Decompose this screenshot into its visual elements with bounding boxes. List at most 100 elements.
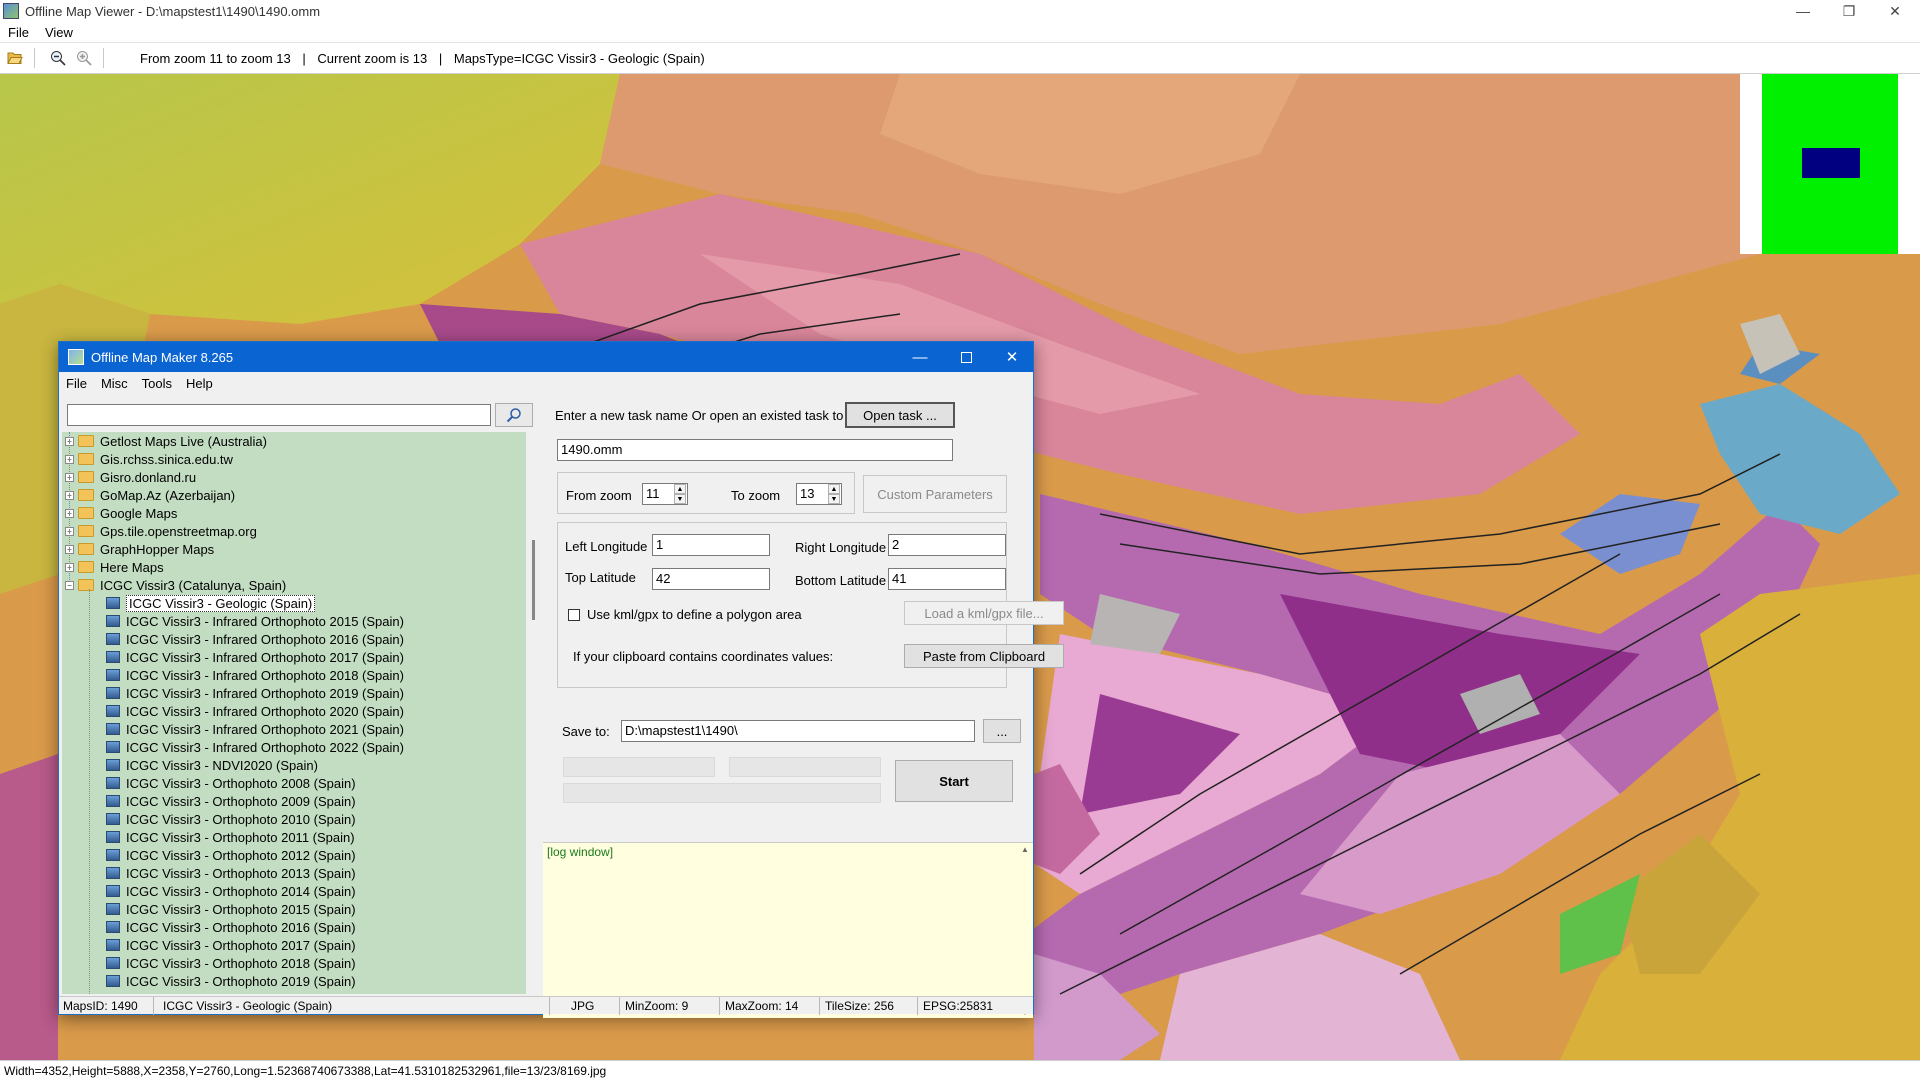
map-icon: [106, 795, 120, 807]
map-icon: [106, 885, 120, 897]
log-scrollbar[interactable]: ▲ ▼: [1019, 843, 1031, 1019]
dialog-menu-help[interactable]: Help: [179, 376, 220, 391]
main-titlebar: Offline Map Viewer - D:\mapstest1\1490\1…: [0, 0, 1920, 22]
kml-checkbox[interactable]: [568, 609, 580, 621]
tree-item[interactable]: ICGC Vissir3 - Orthophoto 2015 (Spain): [62, 900, 526, 918]
dialog-menu-tools[interactable]: Tools: [135, 376, 179, 391]
menu-file[interactable]: File: [0, 25, 37, 40]
tree-item-selected[interactable]: ICGC Vissir3 - Geologic (Spain): [62, 594, 526, 612]
from-zoom-label: From zoom: [566, 488, 632, 503]
tree-item[interactable]: ICGC Vissir3 - Infrared Orthophoto 2018 …: [62, 666, 526, 684]
scroll-up-icon[interactable]: ▲: [1021, 845, 1029, 854]
tree-group[interactable]: + Gps.tile.openstreetmap.org: [62, 522, 526, 540]
custom-parameters-button[interactable]: Custom Parameters: [863, 475, 1007, 513]
folder-open-icon[interactable]: [4, 47, 26, 69]
coordinates-readout: Width=4352,Height=5888,X=2358,Y=2760,Lon…: [4, 1063, 607, 1078]
to-zoom-stepper[interactable]: 13 ▲ ▼: [796, 483, 842, 505]
tree-scrollbar-thumb[interactable]: [532, 540, 535, 620]
paste-clipboard-button[interactable]: Paste from Clipboard: [904, 644, 1064, 668]
tree-item[interactable]: ICGC Vissir3 - Orthophoto 2014 (Spain): [62, 882, 526, 900]
map-icon: [106, 939, 120, 951]
task-name-field[interactable]: 1490.omm: [557, 439, 953, 461]
toolbar-separator: |: [302, 50, 306, 66]
tree-item[interactable]: ICGC Vissir3 - Orthophoto 2018 (Spain): [62, 954, 526, 972]
bottom-latitude-field[interactable]: 41: [888, 568, 1006, 590]
map-icon: [106, 741, 120, 753]
clipboard-label: If your clipboard contains coordinates v…: [573, 649, 834, 664]
zoom-in-icon[interactable]: [73, 47, 95, 69]
folder-icon: [78, 453, 94, 465]
overview-map[interactable]: [1740, 74, 1920, 254]
tree-item[interactable]: ICGC Vissir3 - Infrared Orthophoto 2022 …: [62, 738, 526, 756]
tree-item[interactable]: ICGC Vissir3 - Infrared Orthophoto 2019 …: [62, 684, 526, 702]
stepper-up-icon[interactable]: ▲: [828, 484, 840, 494]
tree-item[interactable]: ICGC Vissir3 - Infrared Orthophoto 2020 …: [62, 702, 526, 720]
start-button[interactable]: Start: [895, 760, 1013, 802]
tree-item[interactable]: ICGC Vissir3 - Orthophoto 2019 (Spain): [62, 972, 526, 990]
tree-group[interactable]: + Google Maps: [62, 504, 526, 522]
tree-item[interactable]: ICGC Vissir3 - Orthophoto 2008 (Spain): [62, 774, 526, 792]
right-longitude-field[interactable]: 2: [888, 534, 1006, 556]
tree-item[interactable]: ICGC Vissir3 - Orthophoto 2010 (Spain): [62, 810, 526, 828]
map-icon: [106, 867, 120, 879]
overview-viewport[interactable]: [1802, 148, 1860, 178]
map-icon: [106, 813, 120, 825]
dialog-menu-misc[interactable]: Misc: [94, 376, 135, 391]
tree-item[interactable]: ICGC Vissir3 - Orthophoto 2017 (Spain): [62, 936, 526, 954]
zoom-out-icon[interactable]: [47, 47, 69, 69]
stepper-down-icon[interactable]: ▼: [828, 494, 840, 504]
tree-group[interactable]: + GoMap.Az (Azerbaijan): [62, 486, 526, 504]
map-icon: [106, 759, 120, 771]
tree-item[interactable]: ICGC Vissir3 - Orthophoto 2011 (Spain): [62, 828, 526, 846]
current-zoom-text: Current zoom is 13: [317, 50, 428, 66]
map-search-input[interactable]: [67, 404, 491, 426]
dialog-close-button[interactable]: ✕: [989, 342, 1035, 372]
tree-item[interactable]: ICGC Vissir3 - Orthophoto 2009 (Spain): [62, 792, 526, 810]
tree-group[interactable]: + Gis.rchss.sinica.edu.tw: [62, 450, 526, 468]
tree-group[interactable]: + Here Maps: [62, 558, 526, 576]
tree-group[interactable]: + Gisro.donland.ru: [62, 468, 526, 486]
tree-group[interactable]: + GraphHopper Maps: [62, 540, 526, 558]
open-task-button[interactable]: Open task ...: [845, 402, 955, 428]
dialog-minimize-button[interactable]: —: [897, 342, 943, 372]
log-window[interactable]: [log window] ▲ ▼: [543, 842, 1033, 1018]
tree-item[interactable]: ICGC Vissir3 - Infrared Orthophoto 2017 …: [62, 648, 526, 666]
top-latitude-label: Top Latitude: [565, 570, 636, 585]
maps-type-text: MapsType=ICGC Vissir3 - Geologic (Spain): [453, 50, 705, 66]
dialog-titlebar[interactable]: Offline Map Maker 8.265 — ✕: [59, 342, 1033, 372]
minimize-button[interactable]: —: [1780, 0, 1826, 22]
tree-item[interactable]: ICGC Vissir3 - Infrared Orthophoto 2016 …: [62, 630, 526, 648]
dialog-maximize-button[interactable]: [943, 342, 989, 372]
map-source-tree[interactable]: + Getlost Maps Live (Australia) + Gis.rchs…: [62, 432, 526, 994]
collapse-icon[interactable]: −: [65, 580, 74, 590]
browse-button[interactable]: ...: [983, 719, 1021, 743]
top-latitude-field[interactable]: 42: [652, 568, 770, 590]
menu-view[interactable]: View: [37, 25, 81, 40]
tree-group[interactable]: + Getlost Maps Live (Australia): [62, 432, 526, 450]
tree-item[interactable]: ICGC Vissir3 - NDVI2020 (Spain): [62, 756, 526, 774]
tree-item[interactable]: ICGC Vissir3 - Orthophoto 2013 (Spain): [62, 864, 526, 882]
search-button[interactable]: [495, 403, 533, 427]
tree-item[interactable]: ICGC Vissir3 - Orthophoto 2012 (Spain): [62, 846, 526, 864]
map-icon: [106, 615, 120, 627]
tree-item[interactable]: ICGC Vissir3 - Orthophoto 2016 (Spain): [62, 918, 526, 936]
tree-item[interactable]: ICGC Vissir3 - Infrared Orthophoto 2021 …: [62, 720, 526, 738]
restore-button[interactable]: ❐: [1826, 0, 1872, 22]
map-icon: [106, 777, 120, 789]
tree-scrollbar[interactable]: [527, 432, 541, 994]
folder-icon: [78, 543, 94, 555]
tree-item[interactable]: ICGC Vissir3 - Infrared Orthophoto 2015 …: [62, 612, 526, 630]
from-zoom-stepper[interactable]: 11 ▲ ▼: [642, 483, 688, 505]
tree-group-expanded[interactable]: − ICGC Vissir3 (Catalunya, Spain): [62, 576, 526, 594]
stepper-up-icon[interactable]: ▲: [674, 484, 686, 494]
left-longitude-field[interactable]: 1: [652, 534, 770, 556]
dialog-app-icon: [68, 349, 84, 365]
stepper-down-icon[interactable]: ▼: [674, 494, 686, 504]
close-button[interactable]: ✕: [1872, 0, 1918, 22]
save-to-label: Save to:: [562, 724, 610, 739]
folder-icon: [78, 471, 94, 483]
map-icon: [106, 597, 120, 609]
dialog-menu-file[interactable]: File: [59, 376, 94, 391]
save-path-field[interactable]: D:\mapstest1\1490\: [621, 720, 975, 742]
load-kml-button[interactable]: Load a kml/gpx file...: [904, 601, 1064, 625]
